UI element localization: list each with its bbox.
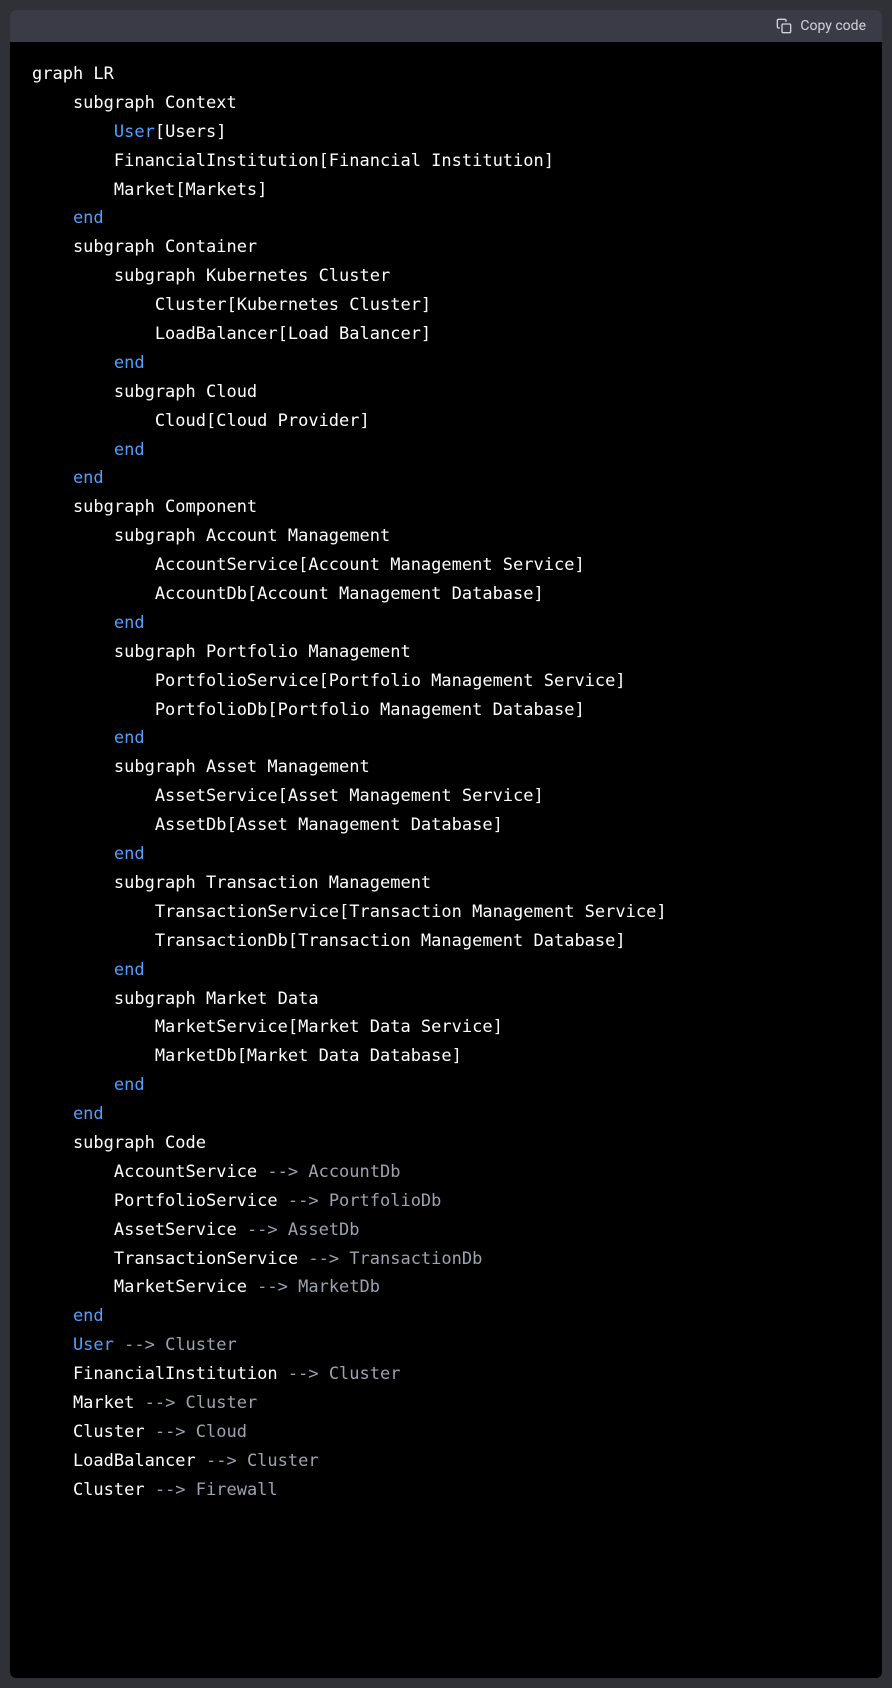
code-end: end	[32, 728, 145, 748]
code-end: end	[32, 960, 145, 980]
code-line: subgraph Context	[32, 93, 237, 113]
code-line: AccountDb[Account Management Database]	[32, 584, 544, 604]
code-token: --> TransactionDb	[308, 1249, 482, 1269]
code-line: Cluster[Kubernetes Cluster]	[32, 295, 431, 315]
code-end: end	[32, 468, 104, 488]
code-token: --> Firewall	[155, 1480, 278, 1500]
code-line: TransactionService[Transaction Managemen…	[32, 902, 667, 922]
code-token: User	[32, 122, 155, 142]
code-token: --> AccountDb	[267, 1162, 400, 1182]
code-line: AssetDb[Asset Management Database]	[32, 815, 503, 835]
code-line: AssetService[Asset Management Service]	[32, 786, 544, 806]
code-line: subgraph Asset Management	[32, 757, 370, 777]
code-token: Cluster	[32, 1422, 155, 1442]
code-end: end	[32, 1306, 104, 1326]
code-token: --> Cluster	[124, 1335, 237, 1355]
code-line: subgraph Component	[32, 497, 257, 517]
code-line: subgraph Container	[32, 237, 257, 257]
code-end: end	[32, 353, 145, 373]
code-line: MarketService[Market Data Service]	[32, 1017, 503, 1037]
copy-code-label: Copy code	[800, 18, 866, 34]
code-end: end	[32, 844, 145, 864]
code-token: AccountService	[32, 1162, 267, 1182]
code-token: LoadBalancer	[32, 1451, 206, 1471]
code-token: --> MarketDb	[257, 1277, 380, 1297]
code-token: --> PortfolioDb	[288, 1191, 442, 1211]
code-end: end	[32, 440, 145, 460]
code-token: --> Cluster	[206, 1451, 319, 1471]
code-line: subgraph Kubernetes Cluster	[32, 266, 390, 286]
code-token	[114, 1335, 124, 1355]
code-token: [Users]	[155, 122, 227, 142]
code-end: end	[32, 1104, 104, 1124]
code-token: Cluster	[32, 1480, 155, 1500]
code-token: User	[32, 1335, 114, 1355]
code-line: Market[Markets]	[32, 180, 267, 200]
code-end: end	[32, 613, 145, 633]
code-line: subgraph Account Management	[32, 526, 390, 546]
code-line: subgraph Market Data	[32, 989, 319, 1009]
code-line: subgraph Transaction Management	[32, 873, 431, 893]
code-token: AssetService	[32, 1220, 247, 1240]
code-line: AccountService[Account Management Servic…	[32, 555, 585, 575]
code-line: TransactionDb[Transaction Management Dat…	[32, 931, 626, 951]
code-token: --> AssetDb	[247, 1220, 360, 1240]
code-line: FinancialInstitution[Financial Instituti…	[32, 151, 554, 171]
code-line: subgraph Cloud	[32, 382, 257, 402]
code-line: LoadBalancer[Load Balancer]	[32, 324, 431, 344]
code-line: MarketDb[Market Data Database]	[32, 1046, 462, 1066]
clipboard-icon	[776, 18, 792, 34]
code-token: FinancialInstitution	[32, 1364, 288, 1384]
copy-code-button[interactable]: Copy code	[776, 18, 866, 34]
code-end: end	[32, 208, 104, 228]
code-token: TransactionService	[32, 1249, 308, 1269]
code-line: PortfolioService[Portfolio Management Se…	[32, 671, 626, 691]
code-token: Market	[32, 1393, 145, 1413]
code-content[interactable]: graph LR subgraph Context User[Users] Fi…	[10, 42, 882, 1678]
code-line: PortfolioDb[Portfolio Management Databas…	[32, 700, 585, 720]
code-token: --> Cloud	[155, 1422, 247, 1442]
code-block: Copy code graph LR subgraph Context User…	[10, 10, 882, 1678]
code-token: PortfolioService	[32, 1191, 288, 1211]
code-token: --> Cluster	[288, 1364, 401, 1384]
code-end: end	[32, 1075, 145, 1095]
code-line: Cloud[Cloud Provider]	[32, 411, 370, 431]
code-line: subgraph Code	[32, 1133, 206, 1153]
code-line: graph LR	[32, 64, 114, 84]
code-token: MarketService	[32, 1277, 257, 1297]
code-header: Copy code	[10, 10, 882, 42]
code-token: --> Cluster	[145, 1393, 258, 1413]
code-line: subgraph Portfolio Management	[32, 642, 411, 662]
